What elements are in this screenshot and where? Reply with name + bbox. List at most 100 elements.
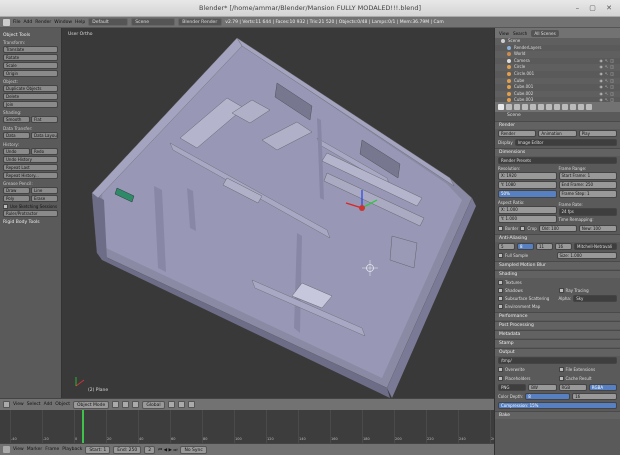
aa-filter-selector[interactable]: Mitchell-Netravali (574, 243, 617, 250)
checkbox-box[interactable] (498, 226, 503, 231)
play-button[interactable]: Play (578, 130, 617, 137)
layer-icon[interactable] (167, 401, 175, 408)
mansion-model[interactable] (62, 28, 493, 398)
rigid-body-panel[interactable]: Rigid Body Tools (3, 220, 58, 225)
render-panel-header[interactable]: Render (495, 121, 620, 129)
checkbox-box[interactable] (558, 367, 564, 372)
anti-aliasing-panel-header[interactable]: Anti-Aliasing (495, 234, 620, 242)
new-field[interactable]: New: 100 (578, 225, 618, 232)
color-bw-button[interactable]: BW (528, 384, 557, 391)
visibility-icon[interactable]: ◉↖◫ (599, 64, 616, 71)
object-tab-icon[interactable] (530, 104, 536, 110)
visibility-icon[interactable]: ◉↖◫ (599, 71, 616, 78)
timeline[interactable]: -40 -20 0 20 40 60 80 100 120 140 160 180 200 220 240 2… (0, 410, 494, 443)
modifiers-tab-icon[interactable] (546, 104, 552, 110)
outliner-view-menu[interactable]: View (499, 31, 509, 36)
aa-size-field[interactable]: Size: 1.000 (556, 252, 617, 259)
render-tab-icon[interactable] (498, 104, 504, 110)
pivot-point-icon[interactable] (122, 401, 130, 408)
color-rgba-button[interactable]: RGBA (588, 384, 617, 391)
output-panel-header[interactable]: Output (495, 348, 620, 356)
draw-button[interactable]: Draw (3, 187, 30, 194)
overwrite-checkbox[interactable]: Overwrite (498, 366, 557, 373)
old-field[interactable]: Old: 100 (538, 225, 577, 232)
viewport-shading-icon[interactable] (112, 401, 120, 408)
checkbox-box[interactable] (520, 226, 526, 231)
tl-menu-view[interactable]: View (13, 447, 24, 452)
data-tab-icon[interactable] (554, 104, 560, 110)
output-path-field[interactable]: /tmp/ (498, 357, 617, 364)
menu-window[interactable]: Window (54, 20, 72, 25)
menu-help[interactable]: Help (75, 20, 85, 25)
vp-menu-add[interactable]: Add (44, 402, 53, 407)
join-button[interactable]: Join (3, 101, 58, 108)
interaction-mode-selector[interactable]: Object Mode (72, 400, 110, 409)
sss-checkbox[interactable]: Subsurface Scattering (498, 295, 557, 302)
editor-type-icon[interactable] (3, 446, 10, 453)
stamp-panel-header[interactable]: Stamp (495, 339, 620, 347)
transform-orientation-selector[interactable]: Global (142, 400, 165, 409)
post-processing-panel-header[interactable]: Post Processing (495, 321, 620, 329)
compression-slider[interactable]: Compression: 15% (498, 402, 617, 409)
aspect-x-field[interactable]: X: 1.000 (498, 206, 557, 214)
animation-button[interactable]: Animation (538, 130, 577, 137)
aspect-y-field[interactable]: Y: 1.000 (498, 215, 557, 223)
ruler-button[interactable]: Ruler/Protractor (3, 210, 58, 217)
outliner-item[interactable]: RenderLayers (495, 45, 620, 52)
full-sample-checkbox[interactable]: Full Sample (498, 252, 555, 259)
vp-menu-view[interactable]: View (13, 402, 24, 407)
playback-controls[interactable]: ⏮ ◀ ▶ ⏭ (158, 447, 177, 453)
menu-render[interactable]: Render (35, 20, 51, 25)
delete-button[interactable]: Delete (3, 93, 58, 100)
scale-button[interactable]: Scale (3, 62, 58, 69)
bake-panel-header[interactable]: Bake (495, 411, 620, 419)
current-frame-field[interactable]: 2 (144, 445, 156, 454)
checkbox-box[interactable] (498, 376, 503, 381)
repeat-history-button[interactable]: Repeat History... (3, 172, 58, 179)
checkbox-box[interactable] (498, 367, 503, 372)
tool-shelf-title[interactable]: Object Tools (3, 33, 58, 38)
aa-5-button[interactable]: 5 (498, 243, 515, 250)
textures-checkbox[interactable]: Textures (498, 279, 557, 286)
visibility-icon[interactable]: ◉↖◫ (599, 78, 616, 85)
particles-tab-icon[interactable] (578, 104, 584, 110)
outliner-item[interactable]: Scene (495, 38, 620, 45)
render-layers-tab-icon[interactable] (506, 104, 512, 110)
file-extensions-checkbox[interactable]: File Extensions (558, 366, 618, 373)
checkbox-box[interactable] (558, 288, 564, 293)
menu-add[interactable]: Add (24, 20, 33, 25)
checkbox-box[interactable] (498, 288, 503, 293)
undo-button[interactable]: Undo (3, 148, 30, 155)
outliner-item[interactable]: Cube ◉↖◫ (495, 77, 620, 85)
duplicate-objects-button[interactable]: Duplicate Objects (3, 85, 58, 92)
physics-tab-icon[interactable] (586, 104, 592, 110)
data-layout-button[interactable]: Data Layout (31, 132, 58, 139)
motion-blur-panel-header[interactable]: Sampled Motion Blur (495, 261, 620, 269)
material-tab-icon[interactable] (562, 104, 568, 110)
outliner-item[interactable]: Circle ◉↖◫ (495, 64, 620, 71)
outliner-item[interactable]: Cube.002 ◉↖◫ (495, 90, 620, 98)
outliner-item[interactable]: Cube.001 ◉↖◫ (495, 84, 620, 91)
scene-selector[interactable]: Scene (131, 18, 176, 26)
dimensions-panel-header[interactable]: Dimensions (495, 148, 620, 156)
checkbox-box[interactable] (498, 253, 503, 258)
render-preview-icon[interactable] (187, 401, 195, 408)
render-button[interactable]: Render (498, 130, 537, 137)
rotate-button[interactable]: Rotate (3, 54, 58, 61)
shading-panel-header[interactable]: Shading (495, 270, 620, 278)
visibility-icon[interactable]: ◉↖◫ (599, 84, 616, 91)
start-frame-field[interactable]: Start Frame: 1 (558, 172, 617, 180)
sync-selector[interactable]: No Sync (180, 445, 207, 454)
shadows-checkbox[interactable]: Shadows (498, 287, 557, 294)
start-frame-field[interactable]: Start: 1 (85, 445, 111, 454)
aa-16-button[interactable]: 16 (555, 243, 572, 250)
manipulator-icon[interactable] (132, 401, 140, 408)
resolution-y-field[interactable]: Y: 1080 (498, 181, 557, 189)
render-presets-selector[interactable]: Render Presets (498, 157, 617, 164)
outliner-item[interactable]: Circle.001 ◉↖◫ (495, 71, 620, 78)
constraints-tab-icon[interactable] (538, 104, 544, 110)
smooth-button[interactable]: Smooth (3, 116, 30, 123)
outliner-filter-selector[interactable]: All Scenes (531, 29, 559, 37)
undo-history-button[interactable]: Undo History (3, 156, 58, 163)
performance-panel-header[interactable]: Performance (495, 312, 620, 320)
